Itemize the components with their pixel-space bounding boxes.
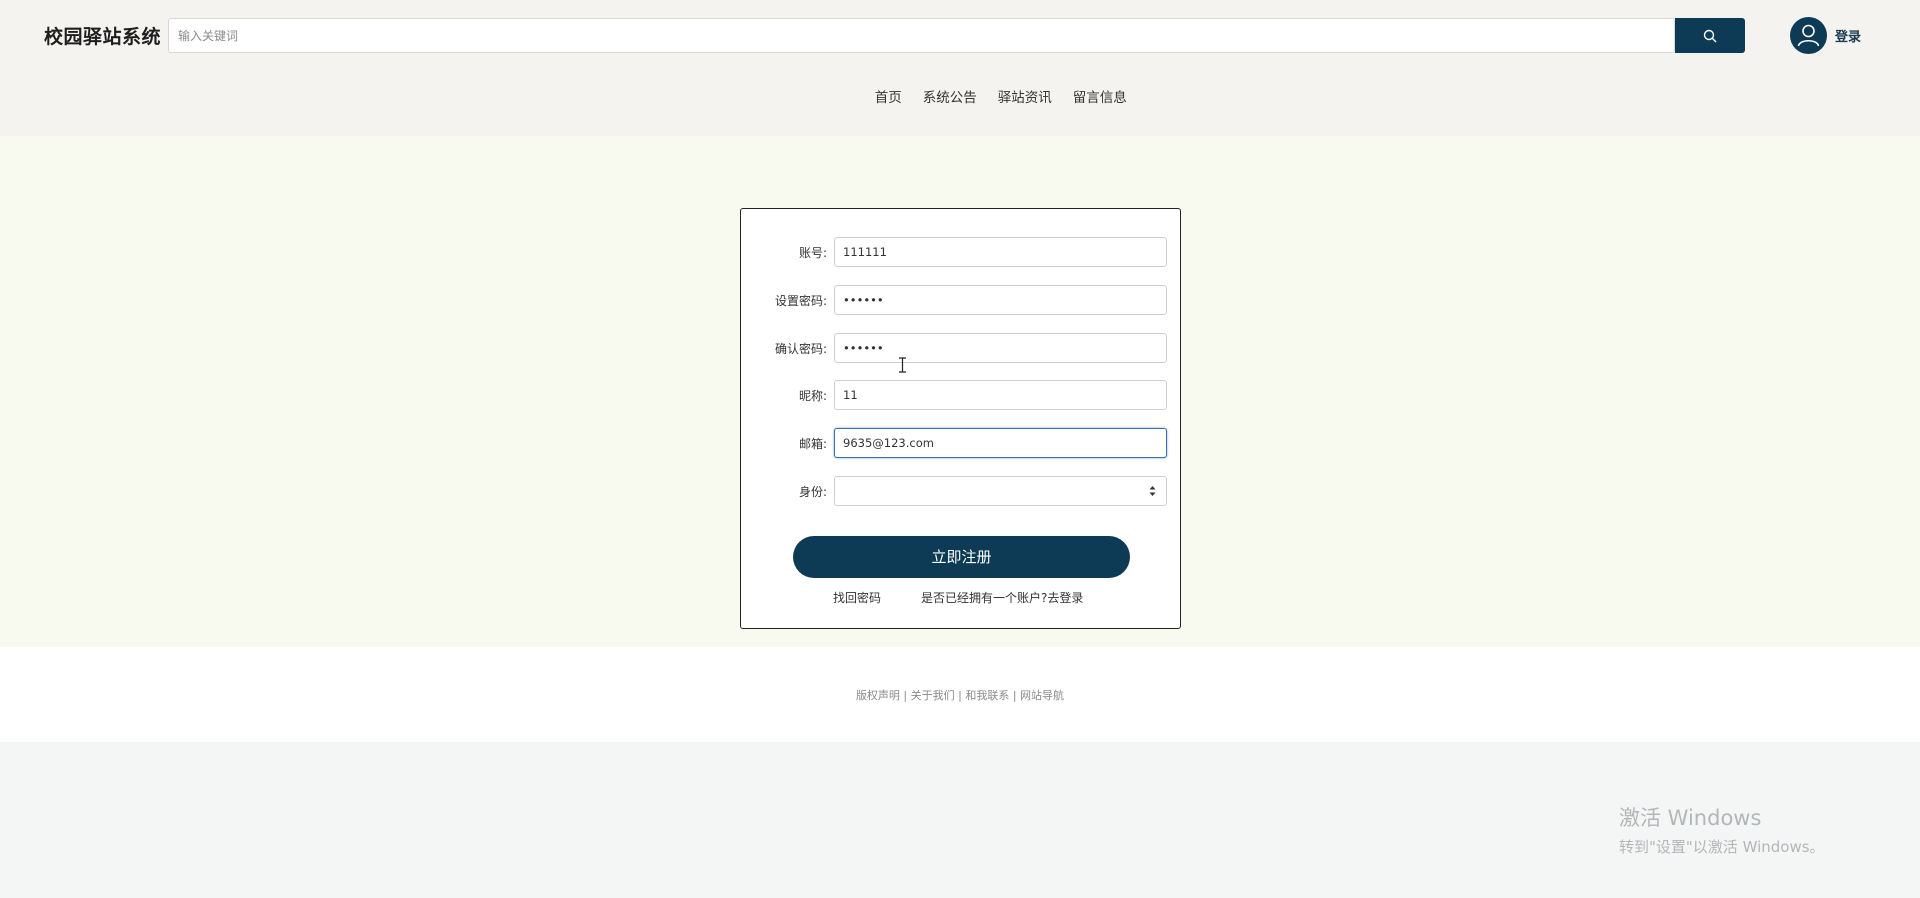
role-label: 身份: bbox=[798, 485, 827, 499]
account-row: 账号: bbox=[741, 237, 1182, 267]
confirm-password-label: 确认密码: bbox=[774, 342, 827, 356]
site-logo: 校园驿站系统 bbox=[44, 26, 162, 48]
nickname-row: 昵称: bbox=[741, 380, 1182, 410]
footer-separator: | bbox=[954, 689, 966, 702]
role-select[interactable] bbox=[834, 476, 1167, 506]
search-input[interactable] bbox=[169, 19, 1676, 52]
footer-link-copyright[interactable]: 版权声明 bbox=[856, 689, 900, 702]
search-button[interactable] bbox=[1675, 18, 1745, 53]
footer-separator: | bbox=[1009, 689, 1021, 702]
main-nav: 首页 系统公告 驿站资讯 留言信息 bbox=[0, 86, 1920, 106]
footer: 版权声明 | 关于我们 | 和我联系 | 网站导航 bbox=[0, 647, 1920, 742]
email-label: 邮箱: bbox=[798, 437, 827, 451]
nickname-label: 昵称: bbox=[798, 389, 827, 403]
footer-link-sitemap[interactable]: 网站导航 bbox=[1020, 689, 1064, 702]
confirm-password-row: 确认密码: bbox=[741, 333, 1182, 363]
role-row: 身份: bbox=[741, 476, 1182, 506]
register-form: 账号: 设置密码: 确认密码: 昵称: 邮箱: 身份: bbox=[740, 208, 1181, 629]
select-arrow-icon bbox=[1149, 486, 1156, 496]
text-cursor-icon bbox=[899, 357, 906, 373]
nav-item-announcements[interactable]: 系统公告 bbox=[923, 86, 977, 106]
main-content: 账号: 设置密码: 确认密码: 昵称: 邮箱: 身份: bbox=[0, 136, 1920, 647]
nav-item-messages[interactable]: 留言信息 bbox=[1073, 86, 1127, 106]
password-row: 设置密码: bbox=[741, 285, 1182, 315]
watermark-title: 激活 Windows bbox=[1619, 806, 1762, 830]
login-link[interactable]: 登录 bbox=[1835, 26, 1861, 45]
nav-item-home[interactable]: 首页 bbox=[875, 86, 902, 106]
search-icon bbox=[1703, 29, 1717, 42]
password-label: 设置密码: bbox=[774, 294, 827, 308]
email-row: 邮箱: bbox=[741, 428, 1182, 458]
go-login-link[interactable]: 是否已经拥有一个账户?去登录 bbox=[921, 589, 1083, 606]
account-label: 账号: bbox=[798, 246, 827, 260]
user-avatar-icon bbox=[1790, 17, 1827, 54]
register-button[interactable]: 立即注册 bbox=[793, 536, 1130, 578]
header: 校园驿站系统 登录 首页 系统公告 驿站资讯 留言信息 bbox=[0, 0, 1920, 136]
password-input[interactable] bbox=[834, 285, 1167, 315]
nickname-input[interactable] bbox=[834, 380, 1167, 410]
confirm-password-input[interactable] bbox=[834, 333, 1167, 363]
footer-link-contact[interactable]: 和我联系 bbox=[965, 689, 1009, 702]
search-box bbox=[168, 18, 1676, 53]
footer-separator: | bbox=[899, 689, 911, 702]
account-input[interactable] bbox=[834, 237, 1167, 267]
footer-link-about[interactable]: 关于我们 bbox=[911, 689, 955, 702]
watermark-subtitle: 转到"设置"以激活 Windows。 bbox=[1619, 838, 1825, 856]
forgot-password-link[interactable]: 找回密码 bbox=[833, 589, 881, 606]
login-area[interactable]: 登录 bbox=[1790, 17, 1861, 54]
windows-activation-watermark: 激活 Windows 转到"设置"以激活 Windows。 bbox=[1619, 802, 1825, 857]
footer-links: 版权声明 | 关于我们 | 和我联系 | 网站导航 bbox=[0, 687, 1920, 703]
email-input[interactable] bbox=[834, 428, 1167, 458]
nav-item-news[interactable]: 驿站资讯 bbox=[998, 86, 1052, 106]
